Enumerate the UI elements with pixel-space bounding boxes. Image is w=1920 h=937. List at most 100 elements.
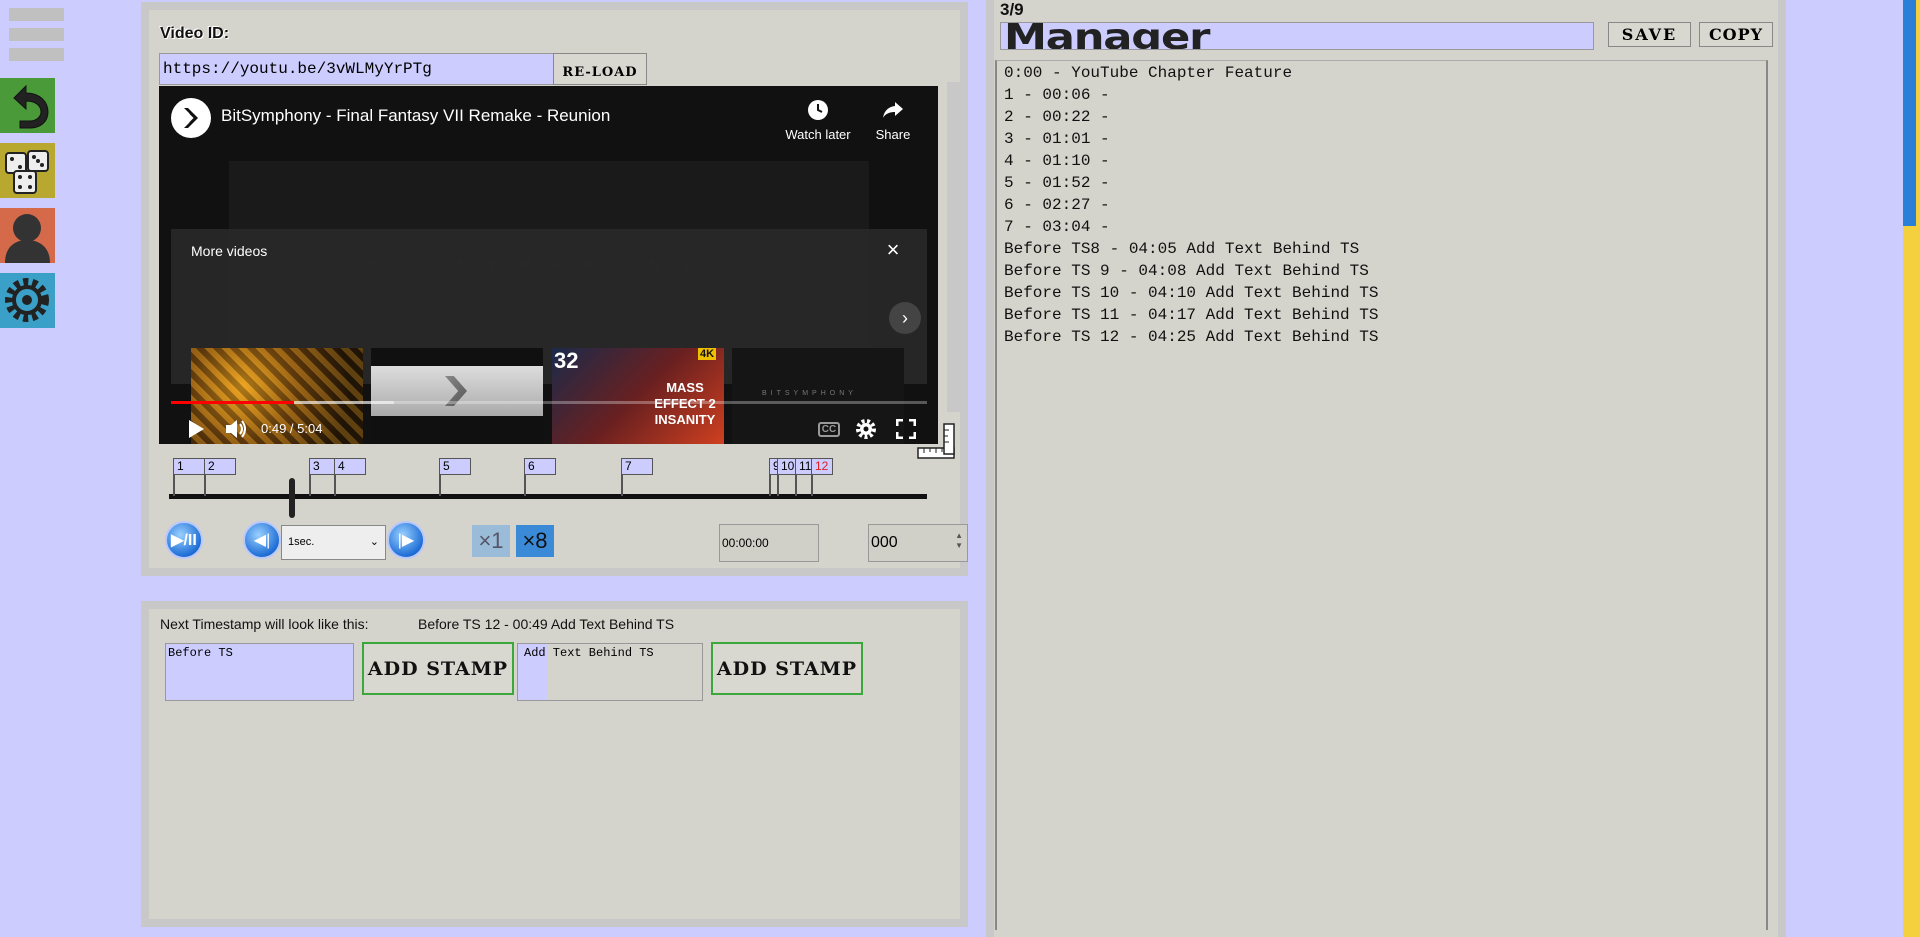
clock-icon [808,100,828,120]
time-display: 0:49 / 5:04 [261,421,323,436]
step-back-button[interactable]: ◀| [243,521,281,559]
share-button[interactable]: Share [867,98,919,143]
settings-gear-button[interactable] [851,414,881,444]
cc-icon: CC [817,421,841,437]
step-size-value: 1sec. [288,536,315,548]
video-panel: Video ID: https://youtu.be/3vWLMyYrPTg R… [141,2,968,576]
timestamps-textarea[interactable]: 0:00 - YouTube Chapter Feature 1 - 00:06 … [995,60,1768,930]
timestamp-line: 3 - 01:01 - [1004,130,1110,148]
chevron-down-icon: ⌄ [369,536,379,548]
timeline-marker-4[interactable]: 4 [334,458,366,475]
stamp-panel: Next Timestamp will look like this: Befo… [141,601,968,927]
settings-button[interactable] [0,273,55,328]
page-scrollbar-thumb[interactable] [1903,0,1916,226]
play-button[interactable] [181,414,211,444]
suffix-textarea[interactable]: Add Text Behind TS [517,643,703,701]
random-dice-button[interactable] [0,143,55,198]
time-value: 00:00:00 [722,536,769,550]
video-title[interactable]: BitSymphony - Final Fantasy VII Remake -… [221,106,610,126]
timestamp-line: 2 - 00:22 - [1004,108,1110,126]
hamburger-menu-icon[interactable] [0,0,70,65]
video-url-input[interactable]: https://youtu.be/3vWLMyYrPTg [159,53,554,85]
timestamp-line: Before TS 9 - 04:08 Add Text Behind TS [1004,262,1369,280]
spinner-icon[interactable]: ▲ ▼ [955,531,963,551]
chevron-right-icon: › [902,307,908,328]
next-videos-button[interactable]: › [889,302,921,334]
undo-icon [13,84,49,129]
play-pause-toggle-button[interactable]: ▶/II [165,521,203,559]
speed-x8-label: ×8 [522,528,548,553]
frame-number-input[interactable]: 000 ▲ ▼ [868,524,968,562]
add-stamp-label: ADD STAMP [716,657,858,680]
timeline-marker-2[interactable]: 2 [204,458,236,475]
timestamp-line: Before TS 12 - 04:25 Add Text Behind TS [1004,328,1379,346]
timeline-marker-7[interactable]: 7 [621,458,653,475]
step-back-icon: ◀| [253,532,271,549]
suffix-value: Add Text Behind TS [524,646,654,660]
timeline-track[interactable] [169,494,927,499]
timeline[interactable]: 12345679101112 [159,448,929,518]
gear-icon [856,419,876,439]
play-icon [189,420,204,438]
video-id-label: Video ID: [160,25,230,42]
volume-icon [226,420,246,438]
step-size-select[interactable]: 1sec. ⌄ [281,525,386,560]
more-videos-label: More videos [191,243,268,259]
manager-left-border [986,0,994,937]
timestamp-line: 7 - 03:04 - [1004,218,1110,236]
timeline-playhead[interactable] [289,478,295,518]
timestamp-line: 1 - 00:06 - [1004,86,1110,104]
page-scrollbar[interactable] [1903,0,1920,937]
save-button[interactable]: SAVE [1608,22,1691,47]
user-profile-button[interactable] [0,208,55,263]
manager-right-border [1778,0,1786,937]
suggested-video-thumb[interactable] [371,348,543,444]
close-overlay-button[interactable]: × [881,239,905,263]
copy-button[interactable]: COPY [1699,22,1773,47]
save-label: SAVE [1621,25,1678,44]
thumb-logo-text: BITSYMPHONY [762,390,857,397]
timestamp-line: Before TS8 - 04:05 Add Text Behind TS [1004,240,1360,258]
captions-button[interactable]: CC [814,416,844,442]
speed-x1-button[interactable]: ×1 [472,525,510,557]
dice-icon [5,150,49,194]
thumb-caption: MASS EFFECT 2 INSANITY [654,380,716,427]
timestamp-line: 4 - 01:10 - [1004,152,1110,170]
panel-scroll-strip [947,82,960,412]
volume-button[interactable] [221,414,251,444]
video-progress-bar[interactable] [171,401,927,404]
bitsymphony-logo-icon [184,108,198,128]
manager-title-input[interactable]: Manager [1000,22,1594,50]
timeline-marker-6[interactable]: 6 [524,458,556,475]
frame-value: 000 [871,534,898,551]
speed-x8-button[interactable]: ×8 [516,525,554,557]
close-icon: × [886,237,900,262]
watch-later-button[interactable]: Watch later [777,98,859,143]
suggested-video-thumb[interactable]: 32 4K MASS EFFECT 2 INSANITY [552,348,724,444]
timestamp-line: Before TS 11 - 04:17 Add Text Behind TS [1004,306,1379,324]
step-forward-button[interactable]: |▶ [387,521,425,559]
time-input[interactable]: 00:00:00 [719,524,819,562]
copy-label: COPY [1708,25,1764,44]
add-stamp-label: ADD STAMP [367,657,509,680]
add-stamp-button[interactable]: ADD STAMP [362,642,514,695]
next-timestamp-label: Next Timestamp will look like this: [160,616,369,632]
watch-later-label: Watch later [785,127,851,142]
timeline-marker-5[interactable]: 5 [439,458,471,475]
timestamp-line: 0:00 - YouTube Chapter Feature [1004,64,1293,82]
timeline-marker-12[interactable]: 12 [811,458,833,475]
timestamp-line: 6 - 02:27 - [1004,196,1110,214]
gear-icon [5,278,49,322]
prefix-textarea[interactable]: Before TS [165,643,354,701]
timestamp-line: Before TS 10 - 04:10 Add Text Behind TS [1004,284,1379,302]
channel-avatar[interactable] [171,98,211,138]
undo-button[interactable] [0,78,55,133]
manager-panel: 3/9 Manager SAVE COPY 0:00 - YouTube Cha… [986,0,1786,937]
add-stamp-suffix-button[interactable]: ADD STAMP [711,642,863,695]
timeline-marker-1[interactable]: 1 [173,458,205,475]
reload-button[interactable]: RE-LOAD [553,53,647,85]
user-icon [5,214,50,263]
youtube-player[interactable]: BITSYMPHONY BitSymphony - Final Fantasy … [159,86,938,444]
fullscreen-icon [896,419,916,439]
reload-label: RE-LOAD [562,64,638,80]
